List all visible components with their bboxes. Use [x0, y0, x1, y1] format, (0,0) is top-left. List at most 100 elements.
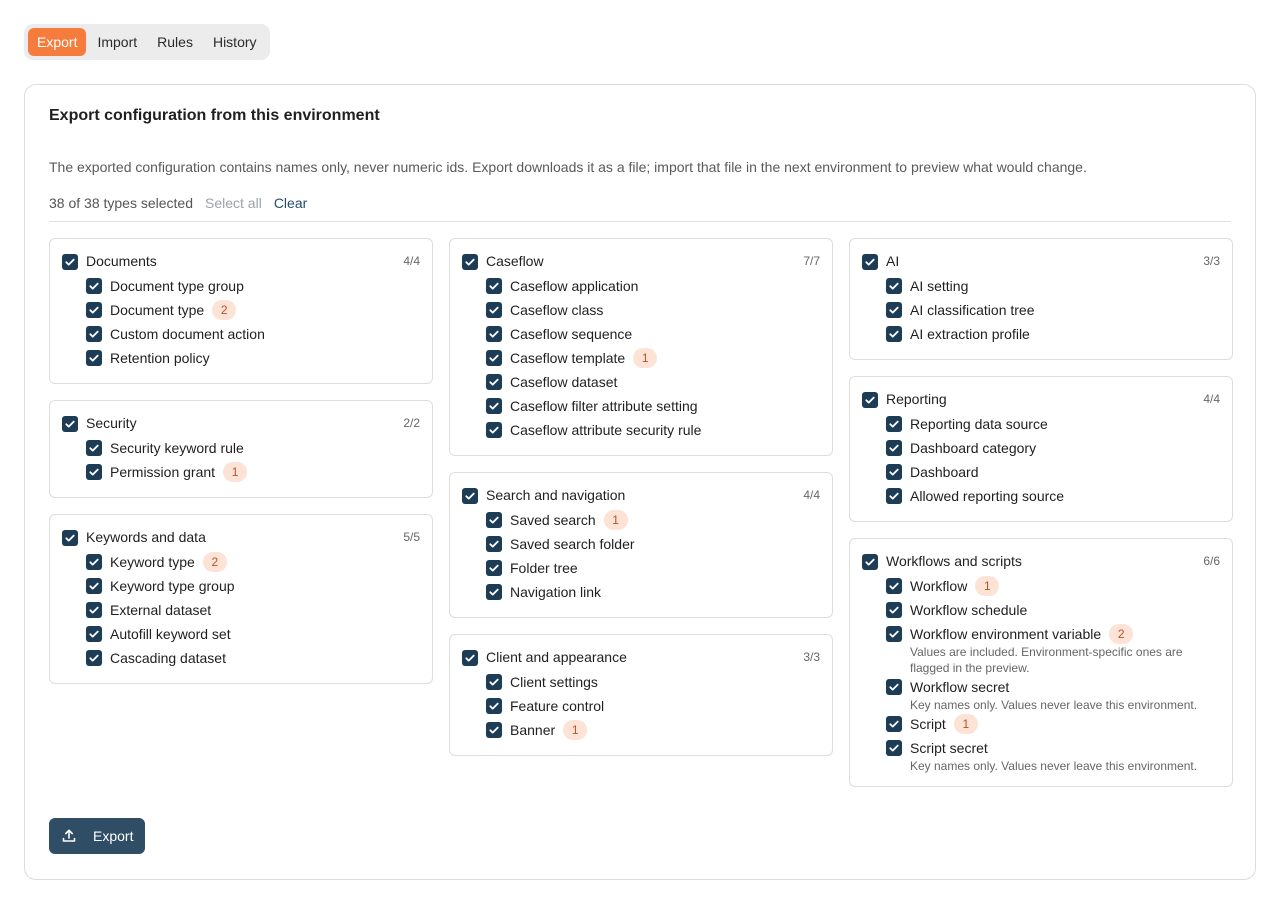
group-checkbox-search-and-navigation[interactable] — [462, 487, 478, 504]
checkmark-icon — [489, 306, 499, 314]
group-checkbox-ai[interactable] — [862, 253, 878, 270]
type-item-external-dataset: External dataset — [62, 601, 420, 625]
select-all-link[interactable]: Select all — [205, 195, 262, 211]
item-checkbox-workflow-environment-variable[interactable] — [886, 626, 902, 642]
item-body: Workflow secret Key names only. Values ne… — [910, 678, 1210, 715]
item-checkbox-keyword-type-group[interactable] — [86, 578, 102, 594]
item-checkbox-document-type-group[interactable] — [86, 278, 102, 294]
type-item-cascading-dataset: Cascading dataset — [62, 649, 420, 673]
group-caseflow: Caseflow 7/7 Caseflow application Caseflow … — [449, 238, 833, 456]
item-checkbox-keyword-type[interactable] — [86, 554, 102, 570]
item-checkbox-permission-grant[interactable] — [86, 464, 102, 480]
type-item-caseflow-class: Caseflow class — [462, 301, 820, 325]
checkmark-icon — [489, 402, 499, 410]
item-checkbox-folder-tree[interactable] — [486, 560, 502, 576]
item-line: Keyword type 2 — [110, 552, 227, 572]
item-checkbox-caseflow-class[interactable] — [486, 302, 502, 318]
item-checkbox-caseflow-sequence[interactable] — [486, 326, 502, 342]
type-item-workflow-schedule: Workflow schedule — [862, 601, 1220, 625]
item-checkbox-workflow-secret[interactable] — [886, 679, 902, 695]
group-checkbox-documents[interactable] — [62, 253, 78, 270]
group-label: Workflows and scripts — [886, 553, 1022, 569]
item-checkbox-workflow[interactable] — [886, 578, 902, 594]
group-label: Keywords and data — [86, 529, 206, 545]
checkmark-icon — [489, 282, 499, 290]
item-label: Saved search — [510, 512, 596, 528]
item-line: Allowed reporting source — [910, 487, 1064, 505]
item-label: Caseflow application — [510, 278, 639, 294]
change-count-badge: 2 — [1109, 624, 1134, 644]
checkmark-icon — [489, 726, 499, 734]
item-body: Reporting data source — [910, 415, 1048, 433]
item-checkbox-ai-setting[interactable] — [886, 278, 902, 294]
checkmark-icon — [89, 606, 99, 614]
item-checkbox-feature-control[interactable] — [486, 698, 502, 714]
item-checkbox-ai-extraction-profile[interactable] — [886, 326, 902, 342]
item-body: Script secret Key names only. Values neve… — [910, 739, 1210, 776]
group-checkbox-keywords-and-data[interactable] — [62, 529, 78, 546]
item-checkbox-script[interactable] — [886, 716, 902, 732]
item-checkbox-dashboard[interactable] — [886, 464, 902, 480]
item-line: Reporting data source — [910, 415, 1048, 433]
checkmark-icon — [89, 354, 99, 362]
tab-import[interactable]: Import — [88, 28, 146, 56]
clear-link[interactable]: Clear — [274, 195, 307, 211]
checkmark-icon — [465, 492, 475, 499]
item-label: Workflow environment variable — [910, 626, 1102, 642]
group-header: Client and appearance 3/3 — [462, 648, 820, 666]
checkmark-icon — [889, 420, 899, 428]
item-checkbox-client-settings[interactable] — [486, 674, 502, 690]
item-checkbox-banner[interactable] — [486, 722, 502, 738]
item-checkbox-dashboard-category[interactable] — [886, 440, 902, 456]
item-checkbox-navigation-link[interactable] — [486, 584, 502, 600]
item-label: Permission grant — [110, 464, 216, 480]
item-line: Caseflow class — [510, 301, 603, 319]
group-checkbox-reporting[interactable] — [862, 391, 878, 408]
group-checkbox-workflows-and-scripts[interactable] — [862, 553, 878, 570]
item-body: Document type group — [110, 277, 244, 295]
group-checkbox-security[interactable] — [62, 415, 78, 432]
item-checkbox-cascading-dataset[interactable] — [86, 650, 102, 666]
item-line: Caseflow template 1 — [510, 348, 658, 368]
item-checkbox-saved-search-folder[interactable] — [486, 536, 502, 552]
item-checkbox-caseflow-attribute-security-rule[interactable] — [486, 422, 502, 438]
checkmark-icon — [89, 468, 99, 476]
item-checkbox-saved-search[interactable] — [486, 512, 502, 528]
checkmark-icon — [889, 330, 899, 338]
tab-rules[interactable]: Rules — [148, 28, 202, 56]
item-checkbox-caseflow-dataset[interactable] — [486, 374, 502, 390]
item-checkbox-custom-document-action[interactable] — [86, 326, 102, 342]
item-body: Feature control — [510, 697, 604, 715]
item-body: AI setting — [910, 277, 968, 295]
item-checkbox-retention-policy[interactable] — [86, 350, 102, 366]
item-line: Feature control — [510, 697, 604, 715]
export-button[interactable]: Export — [49, 818, 146, 854]
item-checkbox-script-secret[interactable] — [886, 740, 902, 756]
item-line: Dashboard category — [910, 439, 1036, 457]
item-label: Dashboard category — [910, 440, 1037, 456]
item-checkbox-workflow-schedule[interactable] — [886, 602, 902, 618]
item-checkbox-autofill-keyword-set[interactable] — [86, 626, 102, 642]
item-label: Banner — [510, 722, 556, 738]
tab-history[interactable]: History — [204, 28, 266, 56]
type-item-folder-tree: Folder tree — [462, 559, 820, 583]
item-checkbox-reporting-data-source[interactable] — [886, 416, 902, 432]
item-checkbox-caseflow-template[interactable] — [486, 350, 502, 366]
item-checkbox-caseflow-filter-attribute-setting[interactable] — [486, 398, 502, 414]
item-checkbox-document-type[interactable] — [86, 302, 102, 318]
item-checkbox-allowed-reporting-source[interactable] — [886, 488, 902, 504]
item-body: Autofill keyword set — [110, 625, 231, 643]
item-checkbox-ai-classification-tree[interactable] — [886, 302, 902, 318]
change-count-badge: 2 — [212, 300, 237, 320]
item-checkbox-external-dataset[interactable] — [86, 602, 102, 618]
type-item-banner: Banner 1 — [462, 720, 820, 745]
checkmark-icon — [489, 702, 499, 710]
group-checkbox-caseflow[interactable] — [462, 253, 478, 270]
tab-export[interactable]: Export — [28, 28, 87, 56]
group-checkbox-client-and-appearance[interactable] — [462, 649, 478, 666]
item-checkbox-caseflow-application[interactable] — [486, 278, 502, 294]
checkmark-icon — [65, 534, 75, 541]
type-item-caseflow-dataset: Caseflow dataset — [462, 373, 820, 397]
item-checkbox-security-keyword-rule[interactable] — [86, 440, 102, 456]
item-line: Caseflow application — [510, 277, 638, 295]
